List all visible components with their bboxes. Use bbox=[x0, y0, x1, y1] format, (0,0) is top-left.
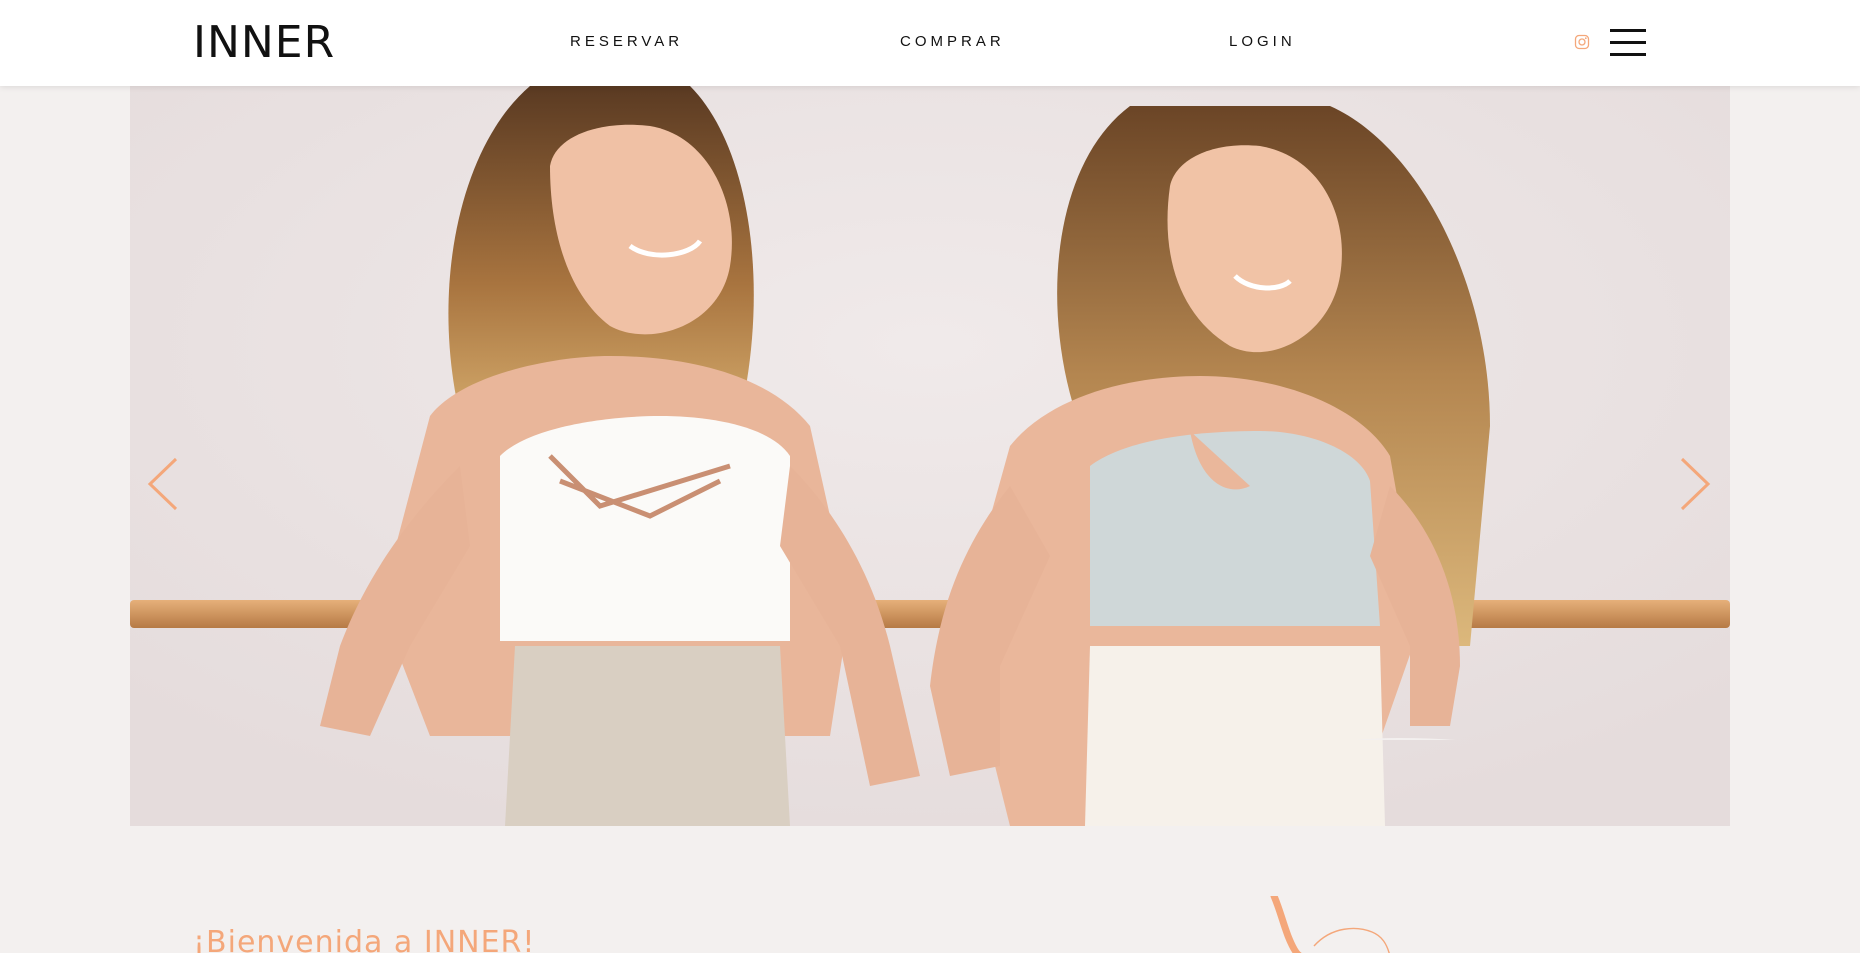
chevron-right-icon[interactable] bbox=[1678, 456, 1712, 512]
logo[interactable]: INNER bbox=[193, 18, 335, 68]
burger-line bbox=[1610, 41, 1646, 44]
welcome-heading: ¡Bienvenida a INNER! bbox=[193, 925, 536, 953]
chevron-left-icon[interactable] bbox=[146, 456, 180, 512]
burger-line bbox=[1610, 29, 1646, 32]
dancer-illustration bbox=[1270, 896, 1390, 953]
page: INNER RESERVAR COMPRAR LOGIN ¡Bienvenida… bbox=[0, 0, 1860, 953]
nav-reservar[interactable]: RESERVAR bbox=[570, 33, 683, 50]
burger-line bbox=[1610, 53, 1646, 56]
wave-divider bbox=[1355, 738, 1455, 740]
site-header: INNER RESERVAR COMPRAR LOGIN bbox=[0, 0, 1860, 86]
nav-comprar[interactable]: COMPRAR bbox=[900, 33, 1005, 50]
hamburger-menu-icon[interactable] bbox=[1610, 29, 1646, 57]
nav-login[interactable]: LOGIN bbox=[1229, 33, 1296, 50]
instagram-icon[interactable] bbox=[1574, 34, 1590, 50]
